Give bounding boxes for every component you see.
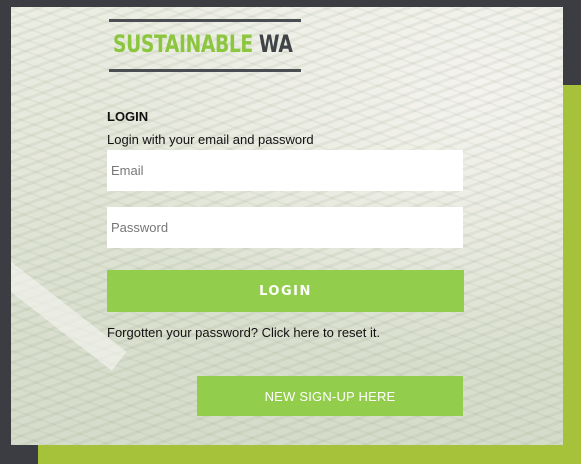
logo-word-sustainable: SUSTAINABLE xyxy=(113,30,253,58)
logo: SUSTAINABLE WA xyxy=(109,19,301,75)
page: SUSTAINABLE WA LOGIN Login with your ema… xyxy=(0,0,581,464)
logo-bottom-rule xyxy=(109,69,301,72)
new-signup-button[interactable]: NEW SIGN-UP HERE xyxy=(197,376,463,416)
logo-word-wa: WA xyxy=(258,30,293,58)
password-field[interactable] xyxy=(107,207,463,248)
logo-text: SUSTAINABLE WA xyxy=(113,29,293,59)
logo-top-rule xyxy=(109,19,301,22)
login-instructions: Login with your email and password xyxy=(107,132,314,147)
login-button[interactable]: LOGIN xyxy=(107,270,464,312)
login-card: SUSTAINABLE WA LOGIN Login with your ema… xyxy=(11,7,563,445)
email-field[interactable] xyxy=(107,150,463,191)
forgot-password-link[interactable]: Forgotten your password? Click here to r… xyxy=(107,325,380,340)
login-heading: LOGIN xyxy=(107,109,149,124)
